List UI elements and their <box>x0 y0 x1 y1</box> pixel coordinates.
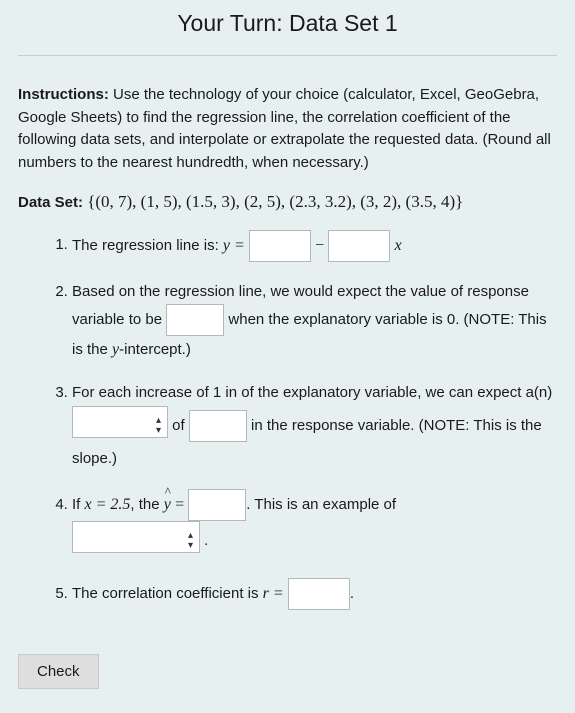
q5-pre: The correlation coefficient is <box>72 585 263 602</box>
question-3: For each increase of 1 in of the explana… <box>72 375 557 484</box>
question-list: The regression line is: y = − x Based on… <box>18 225 557 623</box>
q3-of: of <box>172 417 189 434</box>
question-4: If x = 2.5, the ^y = . This is an exampl… <box>72 484 557 574</box>
q2-part3: -intercept.) <box>119 341 191 358</box>
q3-input[interactable] <box>189 410 247 442</box>
divider <box>18 55 557 56</box>
q4-part2: . This is an example of <box>246 496 396 513</box>
question-5: The correlation coefficient is r = . <box>72 573 557 622</box>
q5-dot: . <box>350 585 354 602</box>
q1-input-a[interactable] <box>249 230 311 262</box>
check-button[interactable]: Check <box>18 654 99 689</box>
q1-input-b[interactable] <box>328 230 390 262</box>
q4-input[interactable] <box>188 489 246 521</box>
q4-xeq: x = 2.5 <box>85 496 131 513</box>
q1-pre: The regression line is: <box>72 236 223 253</box>
q4-if: If <box>72 496 85 513</box>
q1-y-equals: y = <box>223 236 245 253</box>
dataset-values: {(0, 7), (1, 5), (1.5, 3), (2, 5), (2.3,… <box>87 192 463 211</box>
q5-input[interactable] <box>288 578 350 610</box>
instructions-block: Instructions: Use the technology of your… <box>18 84 557 174</box>
dataset-label: Data Set: <box>18 194 83 211</box>
q4-comma: , the <box>130 496 163 513</box>
q1-x: x <box>395 236 402 253</box>
q5-r-eq: r = <box>263 585 284 602</box>
question-2: Based on the regression line, we would e… <box>72 274 557 376</box>
exercise-container: Your Turn: Data Set 1 Instructions: Use … <box>0 0 575 713</box>
q3-part1: For each increase of 1 in of the explana… <box>72 384 552 401</box>
q4-select-type[interactable]: ▴▾ <box>72 521 200 562</box>
q2-input[interactable] <box>166 304 224 336</box>
q4-eq: = <box>175 496 184 513</box>
q4-yhat: ^y <box>164 491 171 518</box>
page-title: Your Turn: Data Set 1 <box>18 10 557 45</box>
question-1: The regression line is: y = − x <box>72 225 557 274</box>
q1-minus: − <box>315 236 324 253</box>
dataset-block: Data Set: {(0, 7), (1, 5), (1.5, 3), (2,… <box>18 189 557 215</box>
instructions-label: Instructions: <box>18 86 109 103</box>
q4-dot: . <box>204 532 208 549</box>
q3-select-direction[interactable]: ▴▾ <box>72 406 168 447</box>
